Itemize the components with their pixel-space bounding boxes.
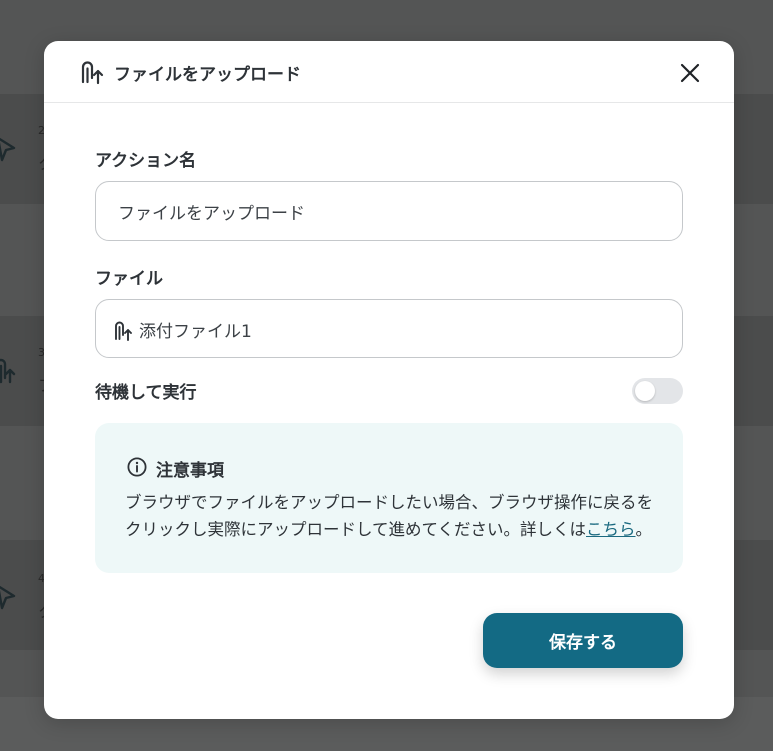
file-label: ファイル — [95, 269, 163, 289]
notice-text: ブラウザでファイルをアップロードしたい場合、ブラウザ操作に戻るを クリックし実際… — [125, 489, 665, 543]
info-icon — [127, 457, 147, 477]
details-link[interactable]: こちら — [586, 520, 636, 539]
notice-text-end: 。 — [635, 520, 653, 539]
dialog-title: ファイルをアップロード — [114, 65, 301, 85]
action-name-label: アクション名 — [95, 151, 197, 171]
action-name-input[interactable] — [95, 181, 683, 241]
wait-and-run-toggle[interactable] — [632, 378, 683, 404]
file-select-field[interactable]: 添付ファイル1 — [95, 299, 683, 358]
notice-text-line: クリックし実際にアップロードして進めてください。詳しくは — [125, 520, 587, 539]
file-value: 添付ファイル1 — [139, 322, 252, 342]
close-icon[interactable] — [678, 61, 702, 85]
toggle-knob — [635, 381, 655, 401]
wait-and-run-label: 待機して実行 — [95, 383, 197, 403]
save-button[interactable]: 保存する — [483, 613, 683, 668]
attachment-upload-icon — [115, 321, 132, 341]
notice-box: 注意事項 ブラウザでファイルをアップロードしたい場合、ブラウザ操作に戻るを クリ… — [95, 423, 683, 573]
attachment-upload-icon — [81, 61, 104, 85]
dialog-header: ファイルをアップロード — [44, 41, 734, 103]
attachment-upload-icon — [0, 358, 16, 384]
pointer-icon — [0, 137, 16, 162]
pointer-icon — [0, 585, 16, 610]
notice-title: 注意事項 — [156, 461, 224, 481]
notice-text-line: ブラウザでファイルをアップロードしたい場合、ブラウザ操作に戻るを — [125, 493, 653, 512]
upload-file-dialog: ファイルをアップロード アクション名 ファイル 添付ファイル1 待機して実行 注… — [44, 41, 734, 719]
